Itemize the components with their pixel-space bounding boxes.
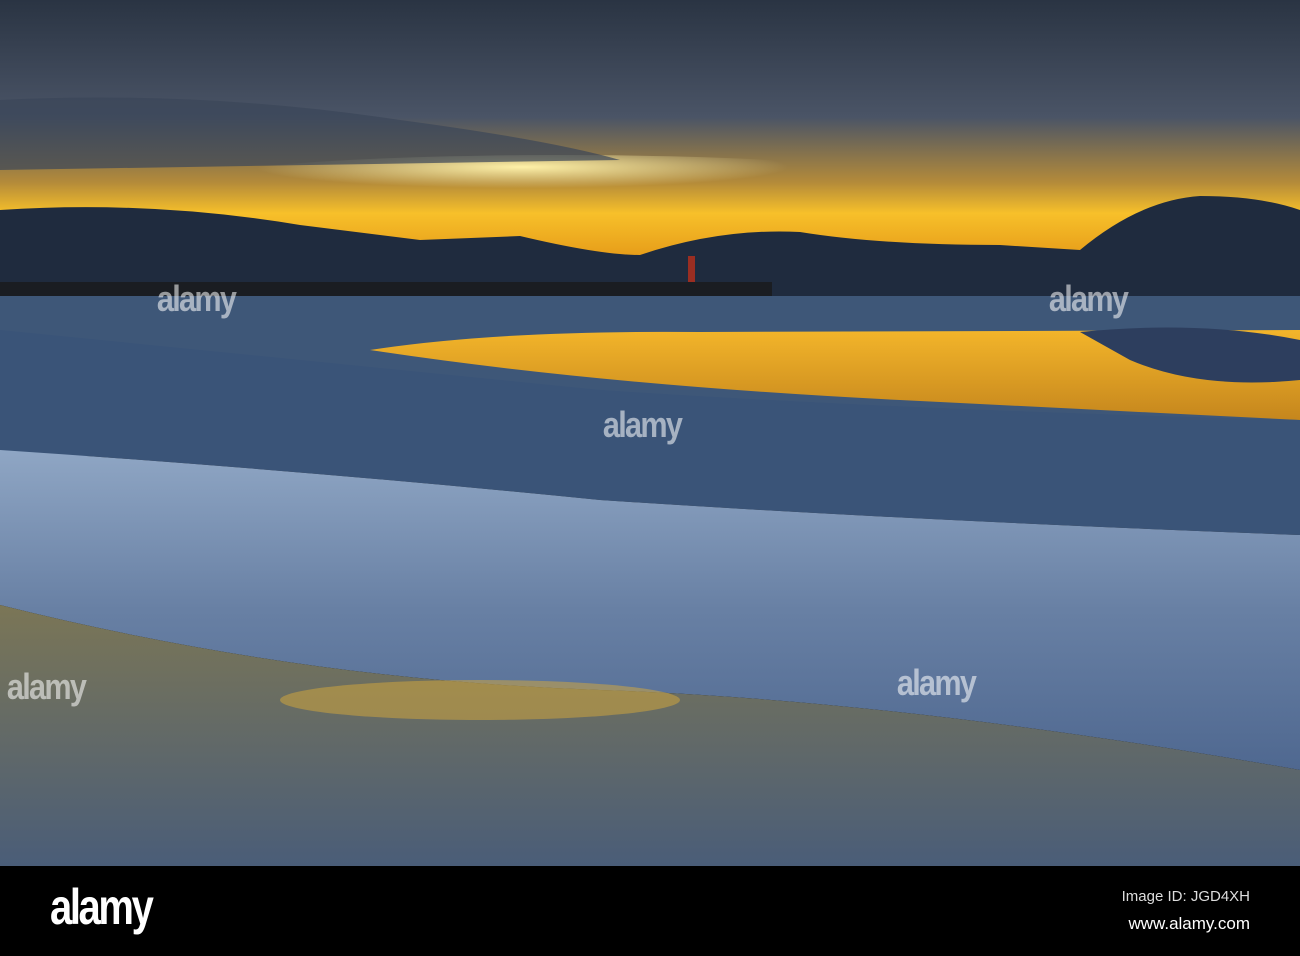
sand-glint [280,680,680,720]
watermark: alamy [6,666,87,707]
website-link: www.alamy.com [1128,914,1250,933]
footer-bar: alamy Image ID: JGD4XH www.alamy.com [0,866,1300,956]
image-id: Image ID: JGD4XH [1121,888,1250,905]
alamy-logo: alamy [50,879,154,935]
watermark: alamy [602,404,683,445]
photo-stage: alamy alamy alamy alamy alamy alamy Imag… [0,0,1300,956]
watermark: alamy [1048,278,1129,319]
watermark: alamy [156,278,237,319]
watermark: alamy [896,662,977,703]
lighthouse [688,256,695,282]
